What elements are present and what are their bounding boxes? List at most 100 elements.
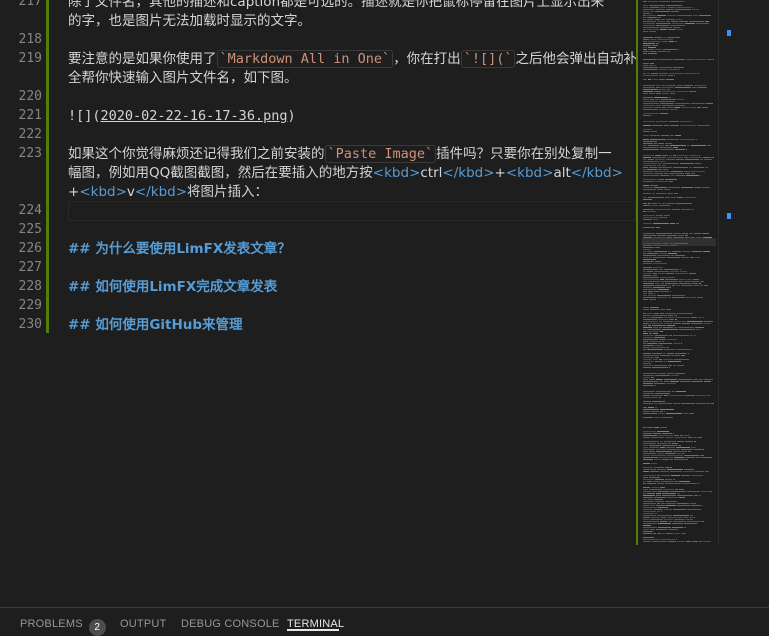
minimap-line [655, 361, 663, 362]
vertical-scrollbar[interactable] [718, 0, 733, 545]
minimap-line [674, 533, 680, 534]
minimap-line [643, 211, 646, 212]
tab-output[interactable]: OUTPUT [120, 618, 166, 631]
minimap-line [661, 517, 666, 518]
minimap-line [704, 321, 713, 322]
minimap-line [666, 533, 673, 534]
minimap-line [667, 89, 670, 90]
minimap-line [684, 85, 693, 86]
minimap-line [666, 203, 675, 204]
minimap-line [678, 327, 694, 328]
minimap-line [643, 73, 646, 74]
minimap-line [659, 79, 665, 80]
minimap-line [677, 91, 688, 92]
minimap-line [659, 339, 666, 340]
minimap-line [672, 297, 685, 298]
minimap-line [667, 257, 680, 258]
minimap-line [643, 359, 652, 360]
minimap-line [674, 519, 685, 520]
minimap-line [687, 509, 701, 510]
minimap-line [643, 341, 648, 342]
minimap-line [691, 447, 696, 448]
minimap-line [657, 443, 667, 444]
minimap-line [691, 209, 694, 210]
minimap-line [652, 401, 665, 402]
minimap-line [673, 433, 674, 434]
minimap-git-indicator [636, 0, 638, 545]
minimap-line [658, 273, 665, 274]
minimap-line [699, 495, 701, 496]
minimap-line [695, 163, 700, 164]
minimap-line [665, 143, 672, 144]
minimap-line [643, 131, 650, 132]
minimap-line [701, 491, 708, 492]
minimap-line [676, 19, 682, 20]
minimap-line [643, 149, 659, 150]
minimap-line [656, 451, 672, 452]
minimap-line [703, 157, 710, 158]
minimap-line [643, 431, 656, 432]
minimap-line [681, 187, 693, 188]
minimap-line [654, 459, 661, 460]
minimap-line [643, 251, 646, 252]
minimap-line [653, 359, 658, 360]
tab-problems[interactable]: PROBLEMS 2 [20, 618, 106, 636]
minimap-line [657, 189, 663, 190]
minimap-line [643, 343, 646, 344]
minimap-line [668, 297, 671, 298]
minimap-line [705, 21, 709, 22]
minimap-line [707, 59, 714, 60]
minimap-line [653, 481, 660, 482]
minimap-line [651, 377, 654, 378]
minimap-line [661, 511, 662, 512]
minimap-line [643, 319, 657, 320]
minimap-line [694, 285, 699, 286]
minimap-line [687, 145, 690, 146]
minimap-line [668, 541, 676, 542]
minimap-line [658, 319, 668, 320]
minimap-line [671, 1, 684, 2]
minimap-line [643, 383, 653, 384]
minimap-viewport[interactable] [642, 238, 716, 246]
minimap-line [655, 285, 667, 286]
minimap-line [659, 69, 667, 70]
minimap-line [694, 85, 706, 86]
key-text: v [126, 184, 135, 200]
minimap-line [687, 491, 700, 492]
minimap-line [689, 167, 692, 168]
tab-debug-console[interactable]: DEBUG CONSOLE [181, 618, 280, 631]
minimap-line [663, 489, 674, 490]
minimap-line [658, 143, 664, 144]
minimap-line [658, 17, 661, 18]
text-line: 的字，也是图片无法加载时显示的文字。 [68, 13, 311, 29]
minimap-line [659, 75, 667, 76]
minimap-line [694, 335, 696, 336]
minimap-line [694, 517, 695, 518]
minimap-line [662, 493, 676, 494]
minimap-line [658, 59, 673, 60]
minimap-line [669, 181, 673, 182]
minimap-line [657, 515, 672, 516]
minimap-line [668, 253, 677, 254]
minimap-line [694, 233, 701, 234]
minimap-line [651, 317, 663, 318]
minimap-line [671, 355, 680, 356]
minimap-line [656, 505, 665, 506]
minimap-line [660, 27, 672, 28]
minimap-line [685, 441, 693, 442]
image-link-url[interactable]: 2020-02-22-16-17-36.png [101, 108, 288, 124]
minimap-line [653, 327, 658, 328]
minimap-line [682, 453, 684, 454]
editor[interactable]: 217 218 219 220 221 222 223 224 225 226 … [0, 0, 769, 607]
minimap-line [643, 357, 654, 358]
minimap-line [658, 527, 671, 528]
minimap-line [666, 273, 674, 274]
text-area[interactable]: 除了文件名，其他的描述和caption都是可选的。描述就是你把鼠标停留在图片上显… [52, 0, 637, 607]
minimap-line [643, 129, 652, 130]
minimap-line [658, 343, 672, 344]
minimap-line [643, 517, 650, 518]
minimap-line [643, 75, 658, 76]
minimap-line [643, 507, 657, 508]
minimap-line [659, 89, 666, 90]
minimap-line [665, 197, 670, 198]
